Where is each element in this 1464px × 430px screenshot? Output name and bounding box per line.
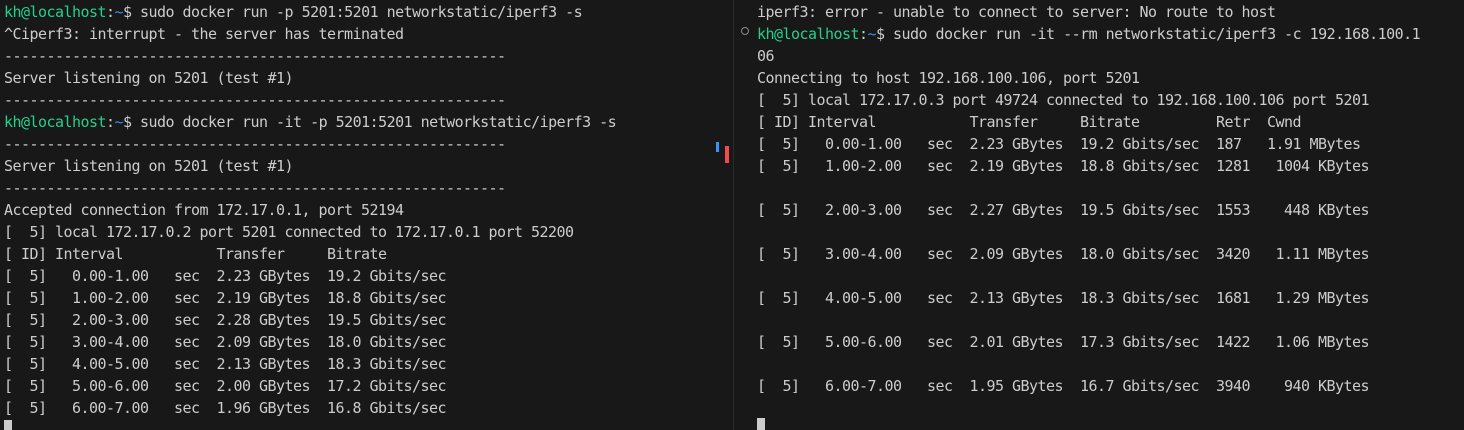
- prompt-user: kh@localhost: [4, 113, 107, 131]
- output-line: [ 5] local 172.17.0.3 port 49724 connect…: [757, 91, 1370, 109]
- table-row: [ 5] 2.00-3.00 sec 2.27 GBytes 19.5 Gbit…: [757, 201, 1370, 219]
- table-row: [ 5] 5.00-6.00 sec 2.00 GBytes 17.2 Gbit…: [4, 377, 447, 395]
- left-terminal-pane[interactable]: kh@localhost:~$ sudo docker run -p 5201:…: [0, 0, 712, 430]
- right-terminal-pane[interactable]: iperf3: error - unable to connect to ser…: [734, 0, 1464, 430]
- table-header-line: [ ID] Interval Transfer Bitrate Retr Cwn…: [757, 113, 1302, 131]
- command-wrap-line: 06: [757, 47, 775, 65]
- terminal-cursor: [757, 418, 765, 430]
- prompt-path: ~: [114, 113, 124, 131]
- separator-line: ----------------------------------------…: [4, 47, 506, 65]
- command-decoration-circle-icon[interactable]: [741, 27, 749, 35]
- command-text: $ sudo docker run -it --rm networkstatic…: [876, 25, 1421, 43]
- output-line: Accepted connection from 172.17.0.1, por…: [4, 201, 404, 219]
- prompt-line: kh@localhost:~$ sudo docker run -it -p 5…: [4, 113, 617, 131]
- table-row: [ 5] 6.00-7.00 sec 1.96 GBytes 16.8 Gbit…: [4, 399, 447, 417]
- table-row: [ 5] 6.00-7.00 sec 1.95 GBytes 16.7 Gbit…: [757, 377, 1370, 395]
- table-row: [ 5] 1.00-2.00 sec 2.19 GBytes 18.8 Gbit…: [4, 289, 447, 307]
- table-header-line: [ ID] Interval Transfer Bitrate: [4, 245, 387, 263]
- output-line: [ 5] local 172.17.0.2 port 5201 connecte…: [4, 223, 574, 241]
- prompt-path: ~: [867, 25, 877, 43]
- prompt-line: kh@localhost:~$ sudo docker run -it --rm…: [757, 25, 1421, 43]
- table-row: [ 5] 4.00-5.00 sec 2.13 GBytes 18.3 Gbit…: [4, 355, 447, 373]
- table-row: [ 5] 3.00-4.00 sec 2.09 GBytes 18.0 Gbit…: [4, 333, 447, 351]
- table-row: [ 5] 4.00-5.00 sec 2.13 GBytes 18.3 Gbit…: [757, 289, 1370, 307]
- table-row: [ 5] 2.00-3.00 sec 2.28 GBytes 19.5 Gbit…: [4, 311, 447, 329]
- command-text: $ sudo docker run -it -p 5201:5201 netwo…: [123, 113, 617, 131]
- output-line: Connecting to host 192.168.100.106, port…: [757, 69, 1140, 87]
- table-row: [ 5] 1.00-2.00 sec 2.19 GBytes 18.8 Gbit…: [757, 157, 1370, 175]
- prompt-line: kh@localhost:~$ sudo docker run -p 5201:…: [4, 3, 583, 21]
- prompt-path: ~: [114, 3, 124, 21]
- separator-line: ----------------------------------------…: [4, 135, 506, 153]
- prompt-user: kh@localhost: [757, 25, 860, 43]
- separator-line: ----------------------------------------…: [4, 179, 506, 197]
- table-row: [ 5] 3.00-4.00 sec 2.09 GBytes 18.0 Gbit…: [757, 245, 1370, 263]
- output-line: ^Ciperf3: interrupt - the server has ter…: [4, 25, 404, 43]
- output-line: Server listening on 5201 (test #1): [4, 69, 294, 87]
- separator-line: ----------------------------------------…: [4, 91, 506, 109]
- scroll-marker-blue: [716, 142, 719, 152]
- table-row: [ 5] 0.00-1.00 sec 2.23 GBytes 19.2 Gbit…: [4, 267, 447, 285]
- terminal-cursor: [4, 420, 12, 430]
- command-text: $ sudo docker run -p 5201:5201 networkst…: [123, 3, 583, 21]
- pane-gutter: [712, 0, 734, 430]
- prompt-user: kh@localhost: [4, 3, 107, 21]
- scroll-marker-red: [725, 146, 729, 163]
- table-row: [ 5] 0.00-1.00 sec 2.23 GBytes 19.2 Gbit…: [757, 135, 1361, 153]
- error-line: iperf3: error - unable to connect to ser…: [757, 3, 1276, 21]
- table-row: [ 5] 5.00-6.00 sec 2.01 GBytes 17.3 Gbit…: [757, 333, 1370, 351]
- output-line: Server listening on 5201 (test #1): [4, 157, 294, 175]
